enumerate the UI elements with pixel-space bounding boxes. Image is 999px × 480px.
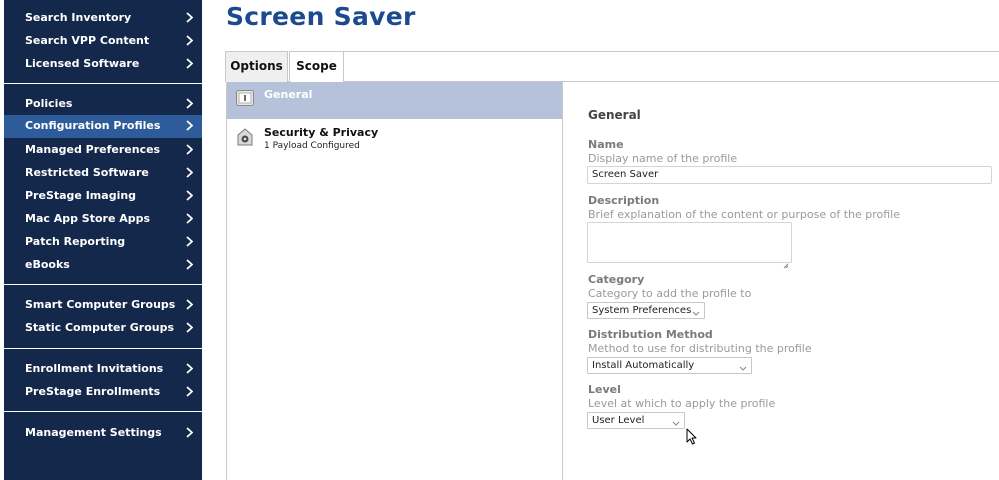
sidebar-item-prestage-imaging[interactable]: PreStage Imaging <box>4 185 202 207</box>
payload-subtitle: 1 Payload Configured <box>264 141 360 151</box>
sidebar-item-licensed-software[interactable]: Licensed Software <box>4 53 202 75</box>
header-divider <box>342 51 999 52</box>
sidebar-item-label: Restricted Software <box>25 166 149 179</box>
chevron-right-icon <box>186 254 193 270</box>
chevron-right-icon <box>186 30 193 46</box>
sidebar-item-prestage-enrollments[interactable]: PreStage Enrollments <box>4 381 202 403</box>
category-help: Category to add the profile to <box>588 287 752 300</box>
level-help: Level at which to apply the profile <box>588 397 776 410</box>
mouse-pointer-icon <box>686 428 697 449</box>
sidebar-item-label: Mac App Store Apps <box>25 212 151 225</box>
level-label: Level <box>588 383 621 396</box>
category-select[interactable]: System Preferences <box>587 302 705 319</box>
sidebar-item-mac-app-store-apps[interactable]: Mac App Store Apps <box>4 208 202 230</box>
sidebar-divider <box>4 411 202 412</box>
chevron-right-icon <box>186 317 193 333</box>
sidebar-item-label: Licensed Software <box>25 57 140 70</box>
sidebar-item-label: Managed Preferences <box>25 143 161 156</box>
category-label: Category <box>588 273 645 286</box>
chevron-right-icon <box>186 358 193 374</box>
sidebar-item-label: Configuration Profiles <box>25 119 161 132</box>
sidebar-item-label: Policies <box>25 97 73 110</box>
chevron-right-icon <box>186 231 193 247</box>
sidebar-item-label: PreStage Imaging <box>25 189 137 202</box>
sidebar-item-restricted-software[interactable]: Restricted Software <box>4 162 202 184</box>
sidebar-item-label: Smart Computer Groups <box>25 298 176 311</box>
level-select-value: User Level <box>592 415 645 426</box>
name-label: Name <box>588 138 624 151</box>
sidebar-item-management-settings[interactable]: Management Settings <box>4 422 202 444</box>
distribution-method-select-value: Install Automatically <box>592 360 695 371</box>
chevron-right-icon <box>186 115 193 131</box>
chevron-right-icon <box>186 139 193 155</box>
payload-item-general[interactable]: General <box>227 82 562 119</box>
payload-title: General <box>264 88 313 101</box>
sidebar-item-enrollment-invitations[interactable]: Enrollment Invitations <box>4 358 202 380</box>
category-select-value: System Preferences <box>592 305 692 316</box>
page-title: Screen Saver <box>226 2 416 31</box>
resize-grip-icon[interactable] <box>783 254 789 269</box>
sidebar-item-static-computer-groups[interactable]: Static Computer Groups <box>4 317 202 339</box>
security-icon <box>236 128 254 146</box>
sidebar-item-label: Management Settings <box>25 426 162 439</box>
sidebar-item-label: Search VPP Content <box>25 34 150 47</box>
sidebar-item-search-vpp-content[interactable]: Search VPP Content <box>4 30 202 52</box>
tab-options[interactable]: Options <box>225 51 288 82</box>
tab-bar: Options Scope <box>225 51 999 83</box>
sidebar-item-smart-computer-groups[interactable]: Smart Computer Groups <box>4 294 202 316</box>
sidebar-item-label: Static Computer Groups <box>25 321 175 334</box>
name-help: Display name of the profile <box>588 152 738 165</box>
sidebar-item-search-inventory[interactable]: Search Inventory <box>4 7 202 29</box>
description-label: Description <box>588 194 660 207</box>
sidebar-divider <box>4 284 202 285</box>
chevron-right-icon <box>186 422 193 438</box>
chevron-right-icon <box>186 162 193 178</box>
sidebar-item-label: Patch Reporting <box>25 235 126 248</box>
chevron-right-icon <box>186 185 193 201</box>
sidebar-item-label: Enrollment Invitations <box>25 362 164 375</box>
form-heading: General <box>588 108 641 122</box>
chevron-down-icon <box>739 362 747 377</box>
chevron-right-icon <box>186 7 193 23</box>
description-field[interactable] <box>587 222 792 269</box>
payload-item-security-privacy[interactable]: Security & Privacy 1 Payload Configured <box>227 120 562 156</box>
payload-list: General Security & Privacy 1 Payload Con… <box>226 82 563 480</box>
payload-title: Security & Privacy <box>264 126 379 139</box>
sidebar-item-patch-reporting[interactable]: Patch Reporting <box>4 231 202 253</box>
level-select[interactable]: User Level <box>587 412 685 429</box>
chevron-down-icon <box>692 307 700 322</box>
distribution-method-help: Method to use for distributing the profi… <box>588 342 812 355</box>
sidebar-item-label: eBooks <box>25 258 70 271</box>
chevron-right-icon <box>186 381 193 397</box>
description-help: Brief explanation of the content or purp… <box>588 208 900 221</box>
general-icon <box>236 90 254 106</box>
sidebar-item-policies[interactable]: Policies <box>4 93 202 115</box>
sidebar: Search Inventory Search VPP Content Lice… <box>4 0 202 480</box>
chevron-right-icon <box>186 208 193 224</box>
distribution-method-label: Distribution Method <box>588 328 713 341</box>
chevron-right-icon <box>186 294 193 310</box>
chevron-right-icon <box>186 93 193 109</box>
sidebar-item-label: PreStage Enrollments <box>25 385 161 398</box>
chevron-down-icon <box>672 417 680 432</box>
sidebar-divider <box>4 83 202 84</box>
sidebar-item-configuration-profiles[interactable]: Configuration Profiles <box>4 115 202 138</box>
sidebar-item-label: Search Inventory <box>25 11 132 24</box>
tab-scope[interactable]: Scope <box>289 51 344 83</box>
sidebar-item-ebooks[interactable]: eBooks <box>4 254 202 276</box>
chevron-right-icon <box>186 53 193 69</box>
sidebar-divider <box>4 348 202 349</box>
name-field[interactable]: Screen Saver <box>587 166 992 184</box>
sidebar-item-managed-preferences[interactable]: Managed Preferences <box>4 139 202 161</box>
distribution-method-select[interactable]: Install Automatically <box>587 357 752 374</box>
